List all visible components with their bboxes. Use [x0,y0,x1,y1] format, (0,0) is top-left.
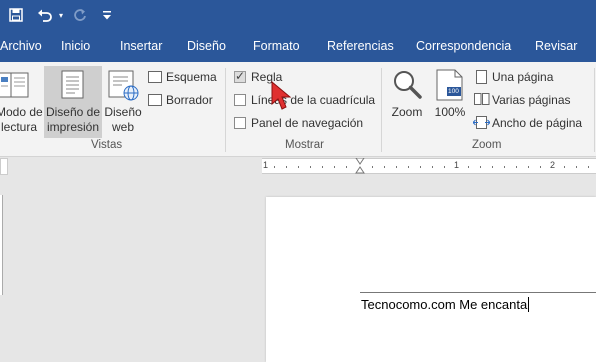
text-boundary-line [360,292,596,293]
tab-correspondencia[interactable]: Correspondencia [416,39,511,53]
ruler-tick [372,166,373,168]
ruler-tick [480,166,481,168]
zoom-100-label: 100% [434,105,466,119]
web-layout-label: Diseño web [104,105,142,134]
ruler-tick [346,166,347,168]
reading-mode-label: Modo de lectura [0,105,43,134]
redo-icon [70,4,90,26]
tab-formato[interactable]: Formato [253,39,300,53]
zoom-100-icon-text: 100 [448,88,459,95]
vertical-ruler [0,195,3,295]
ruler-number: 1 [263,160,269,170]
tab-diseno[interactable]: Diseño [187,39,226,53]
ruler-number: 2 [550,160,556,170]
ruler-tick [274,166,275,168]
undo-icon[interactable] [34,4,56,26]
document-page[interactable] [266,197,596,362]
multiple-pages-label: Varias páginas [492,93,571,107]
ruler-tick [420,166,421,168]
ruler-tick [564,166,565,168]
tab-referencias[interactable]: Referencias [327,39,394,53]
ruler-tick [516,166,517,168]
page-width-label: Ancho de página [492,116,583,130]
ruler-tick [468,166,469,168]
navigation-pane-checkbox-label: Panel de navegación [251,116,364,130]
group-separator [381,68,382,152]
zoom-100-icon: 100 [436,69,464,101]
multiple-pages-icon [474,93,490,106]
ruler-tick [492,166,493,168]
group-label-mostrar: Mostrar [285,139,324,151]
one-page-icon [476,70,487,84]
group-label-vistas: Vistas [91,139,123,151]
mouse-pointer-icon [271,80,297,113]
web-layout-icon [108,70,140,102]
group-separator [594,68,595,152]
tab-revisar[interactable]: Revisar [535,39,577,53]
ruler-tick [384,166,385,168]
ruler-tick [334,166,335,168]
ruler-number: 1 [454,160,460,170]
group-separator [225,68,226,152]
ruler-tick [444,166,445,168]
draft-icon [148,94,162,106]
text-cursor [528,297,530,312]
ruler-tick [286,166,287,168]
horizontal-ruler[interactable]: 1 1 2 [262,157,596,175]
tab-inicio[interactable]: Inicio [61,39,90,53]
outline-icon [148,71,162,83]
read-mode-icon [0,70,30,100]
ruler-tick [504,166,505,168]
ruler-tick [322,166,323,168]
outline-label: Esquema [166,70,217,84]
ruler-tick [396,166,397,168]
group-label-zoom: Zoom [472,139,502,151]
save-icon[interactable] [6,4,26,26]
ruler-tick [576,166,577,168]
ruler-tick [408,166,409,168]
ruler-checkbox-box[interactable] [234,69,246,83]
indent-marker[interactable] [355,157,365,175]
ribbon-tabs: Archivo Inicio Insertar Diseño Formato R… [0,32,596,62]
zoom-label: Zoom [391,105,423,119]
ruler-tick [540,166,541,168]
print-layout-icon [61,70,85,100]
quick-access-toolbar: ▾ [0,0,596,32]
one-page-label: Una página [492,70,554,84]
tab-archivo[interactable]: Archivo [0,39,42,53]
draft-label: Borrador [166,93,213,107]
ruler-tick [588,166,589,168]
page-width-icon [472,116,491,129]
navigation-pane-checkbox-box[interactable] [234,117,246,129]
ruler-tick [298,166,299,168]
customize-icon[interactable] [100,4,114,26]
print-layout-label: Diseño de impresión [45,105,101,134]
ruler-tick [432,166,433,168]
ruler-tick [310,166,311,168]
ribbon-panel: Modo de lectura Diseño de impresión Dise… [0,62,596,157]
gridlines-checkbox-label: Líneas de la cuadrícula [251,93,376,107]
ruler-tab-selector[interactable] [0,158,8,175]
undo-dropdown-icon[interactable]: ▾ [56,4,66,26]
magnifier-icon [391,69,423,101]
ruler-tick [528,166,529,168]
word-window: ▾ Archivo Inicio Insertar Diseño Formato… [0,0,596,362]
document-body-text[interactable]: Tecnocomo.com Me encanta [361,297,530,312]
gridlines-checkbox-box[interactable] [234,94,246,106]
tab-insertar[interactable]: Insertar [120,39,162,53]
document-text-run: Tecnocomo.com Me encanta [361,297,528,312]
